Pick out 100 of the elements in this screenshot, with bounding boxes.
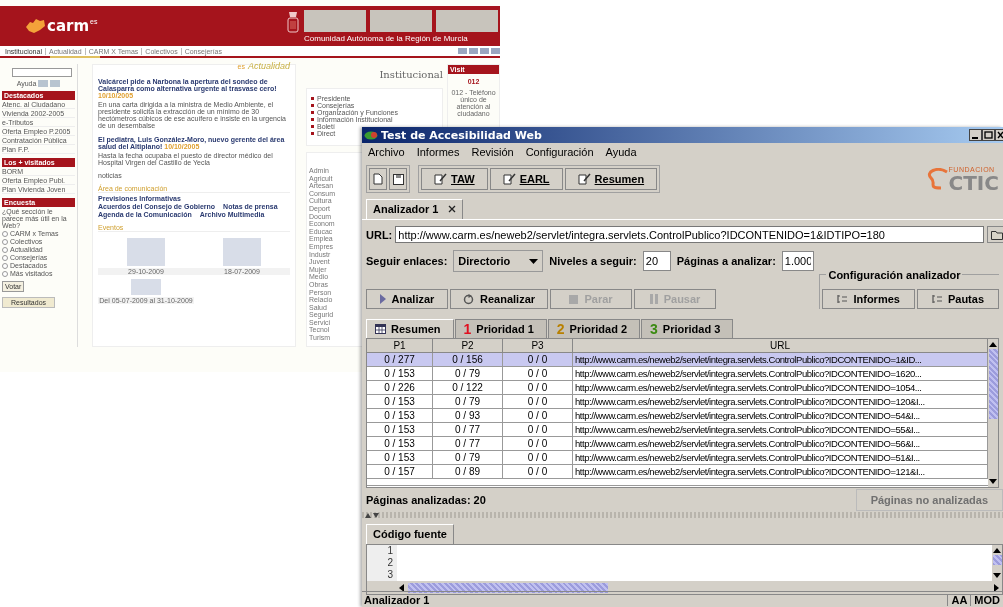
menu-item[interactable]: Revisión (471, 146, 514, 159)
status-text: Analizador 1 (364, 593, 431, 606)
result-tab[interactable]: 2 Prioridad 2 (547, 319, 641, 338)
follow-links-label: Seguir enlaces: (366, 255, 448, 267)
table-cell: 0 / 79 (433, 395, 503, 408)
brand-logo-text: CTIC (948, 172, 999, 193)
url-field[interactable]: http://www.carm.es/neweb2/servlet/integra.servlets.ControlPublico?IDCONTENIDO=1&IDTIPO=180 (395, 226, 984, 243)
table-cell: 0 / 153 (367, 451, 433, 464)
source-code-area[interactable]: 1 2 3 (366, 544, 1003, 595)
splitter-handle[interactable] (362, 512, 1003, 518)
table-cell: 0 / 277 (367, 353, 433, 366)
region-map-icon (24, 18, 46, 34)
vertical-scrollbar[interactable] (992, 545, 1002, 581)
table-row[interactable]: 0 / 277 0 / 156 0 / 0 http://www.carm.es/neweb2/servlet/integra.servlets.ControlPublico?IDCONTENIDO=1&ID... (367, 353, 988, 367)
site-logo[interactable]: carm (47, 17, 90, 35)
scroll-up-icon[interactable] (989, 342, 997, 347)
table-cell: 0 / 0 (503, 395, 573, 408)
result-tab[interactable]: 1 Prioridad 1 (454, 319, 547, 338)
table-cell: 0 / 0 (503, 367, 573, 380)
stop-icon (569, 294, 579, 304)
priority-marker: 3 (650, 322, 658, 336)
radio-button[interactable] (2, 262, 8, 269)
url-label: URL: (366, 228, 393, 241)
vertical-scrollbar[interactable] (988, 339, 998, 487)
radio-button[interactable] (2, 270, 8, 277)
photo-placeholder (304, 9, 366, 32)
radio-button[interactable] (2, 238, 8, 245)
table-row[interactable]: 0 / 153 0 / 79 0 / 0 http://www.carm.es/neweb2/servlet/integra.servlets.ControlPublico?IDCONTENIDO=51&I... (367, 451, 988, 465)
save-icon (392, 173, 404, 185)
table-row[interactable]: 0 / 153 0 / 77 0 / 0 http://www.carm.es/neweb2/servlet/integra.servlets.ControlPublico?IDCONTENIDO=55&I... (367, 423, 988, 437)
radio-button[interactable] (2, 254, 8, 261)
report-button[interactable]: Resumen (564, 168, 658, 190)
institutional-heading: Institucional (379, 69, 443, 80)
table-cell: 0 / 0 (503, 451, 573, 464)
new-file-button[interactable] (369, 168, 387, 190)
table-row[interactable]: 0 / 157 0 / 89 0 / 0 http://www.carm.es/neweb2/servlet/integra.servlets.ControlPublico?IDCONTENIDO=121&I... (367, 465, 988, 479)
scroll-up-icon[interactable] (993, 548, 1001, 553)
open-folder-button[interactable] (987, 226, 1003, 243)
radio-button[interactable] (2, 230, 8, 237)
region-title: Comunidad Autónoma de la Región de Murcia (304, 33, 469, 43)
source-tab[interactable]: Código fuente (366, 524, 454, 544)
scroll-right-icon[interactable] (994, 583, 999, 592)
status-indicator: MOD (970, 593, 1003, 606)
close-icon[interactable] (995, 129, 1003, 141)
edit-document-icon (434, 173, 447, 185)
table-cell: 0 / 153 (367, 395, 433, 408)
window-title: Test de Accesibilidad Web (381, 128, 542, 142)
table-row[interactable]: 0 / 153 0 / 79 0 / 0 http://www.carm.es/neweb2/servlet/integra.servlets.ControlPublico?IDCONTENIDO=120&I... (367, 395, 988, 409)
result-tab[interactable]: Resumen (366, 319, 454, 338)
line-number: 1 (387, 545, 393, 557)
table-cell: 0 / 89 (433, 465, 503, 478)
document-tab[interactable]: Analizador 1 (366, 199, 464, 219)
caret-icon (529, 258, 539, 264)
table-cell: 0 / 153 (367, 437, 433, 450)
table-cell: 0 / 79 (433, 451, 503, 464)
search-field[interactable] (12, 68, 72, 77)
action-button[interactable]: Reanalizar (450, 289, 549, 309)
photo-placeholder (436, 9, 498, 32)
table-row[interactable]: 0 / 153 0 / 79 0 / 0 http://www.carm.es/neweb2/servlet/integra.servlets.ControlPublico?IDCONTENIDO=1620... (367, 367, 988, 381)
priority-marker: 1 (463, 322, 472, 336)
pause-icon (649, 294, 658, 304)
group-title: Configuración analizador (826, 269, 963, 281)
table-cell: 0 / 0 (503, 381, 573, 394)
scroll-down-icon[interactable] (993, 573, 1001, 578)
table-icon (375, 324, 386, 334)
follow-links-dropdown[interactable]: Directorio (453, 250, 544, 272)
levels-label: Niveles a seguir: (549, 255, 637, 267)
table-cell: 0 / 122 (433, 381, 503, 394)
action-button[interactable]: Analizar (366, 289, 448, 309)
scroll-down-icon[interactable] (989, 479, 997, 484)
menu-item[interactable]: Configuración (525, 146, 594, 159)
table-row[interactable]: 0 / 226 0 / 122 0 / 0 http://www.carm.es/neweb2/servlet/integra.servlets.ControlPublico?IDCONTENIDO=1054... (367, 381, 988, 395)
config-button[interactable]: Pautas (916, 289, 999, 309)
table-row[interactable]: 0 / 153 0 / 93 0 / 0 http://www.carm.es/neweb2/servlet/integra.servlets.ControlPublico?IDCONTENIDO=54&I... (367, 409, 988, 423)
priority-marker: 2 (556, 322, 565, 336)
save-button[interactable] (389, 168, 407, 190)
table-cell: 0 / 157 (367, 465, 433, 478)
list-settings-icon (931, 294, 943, 304)
minimize-icon[interactable] (969, 129, 982, 141)
report-button[interactable]: TAW (421, 168, 488, 190)
radio-button[interactable] (2, 246, 8, 253)
levels-field[interactable]: 20 (642, 251, 671, 271)
table-cell: 0 / 226 (367, 381, 433, 394)
menu-item[interactable]: Archivo (368, 146, 405, 159)
edit-document-icon (502, 173, 516, 185)
news-heading: Actualidad (247, 61, 290, 71)
menu-item[interactable]: Informes (416, 146, 460, 159)
table-cell: 0 / 153 (367, 423, 433, 436)
menu-item[interactable]: Ayuda (605, 146, 637, 159)
report-button[interactable]: EARL (489, 168, 563, 190)
photo-placeholder (370, 9, 432, 32)
table-row[interactable]: 0 / 153 0 / 77 0 / 0 http://www.carm.es/neweb2/servlet/integra.servlets.ControlPublico?IDCONTENIDO=56&I... (367, 437, 988, 451)
table-cell: 0 / 0 (503, 465, 573, 478)
config-button[interactable]: Informes (822, 289, 915, 309)
pages-label: Páginas a analizar: (676, 255, 776, 267)
close-icon[interactable] (448, 205, 457, 213)
collapse-arrows-icon[interactable] (365, 512, 379, 518)
maximize-icon[interactable] (982, 129, 995, 141)
result-tab[interactable]: 3 Prioridad 3 (641, 319, 734, 338)
scroll-left-icon[interactable] (399, 583, 404, 592)
